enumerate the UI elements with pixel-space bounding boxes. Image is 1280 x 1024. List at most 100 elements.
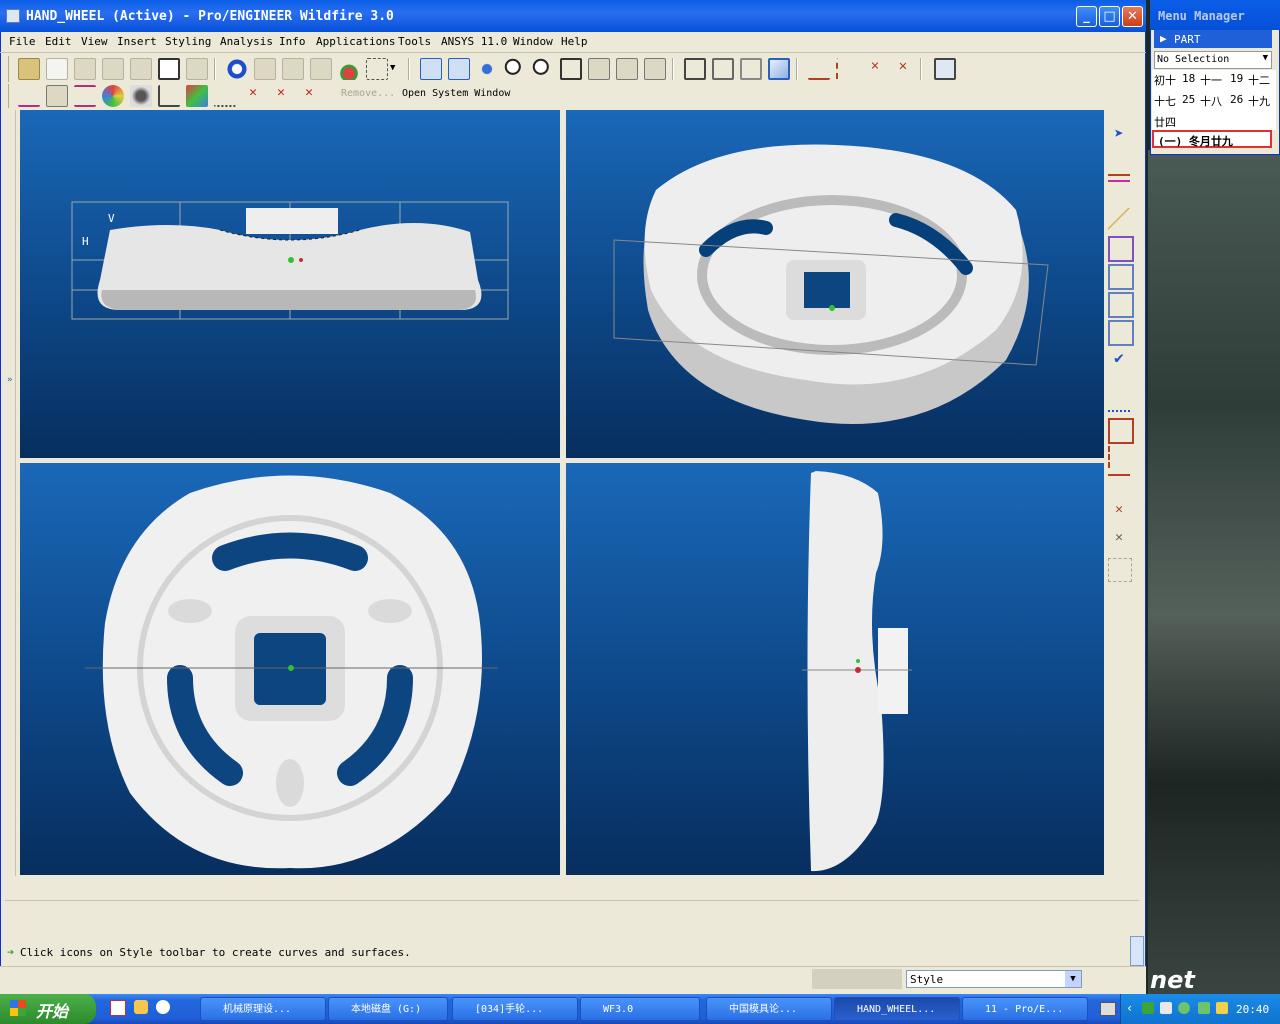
datum-point-display-icon[interactable]: ×: [864, 58, 886, 80]
remove-all-icon[interactable]: ✕: [298, 85, 320, 107]
repaint-icon[interactable]: [420, 58, 442, 80]
tray-icon[interactable]: [1198, 1002, 1210, 1014]
close-button[interactable]: ✕: [1122, 6, 1143, 27]
shield-icon[interactable]: [1216, 1002, 1228, 1014]
expand-navigator-icon[interactable]: »: [7, 375, 12, 385]
section-analysis-icon[interactable]: [102, 85, 124, 107]
new-folder-icon[interactable]: [18, 58, 40, 80]
menu-ansys[interactable]: ANSYS 11.0: [441, 35, 507, 48]
task-button[interactable]: WF3.0: [580, 997, 700, 1021]
surface-edit-icon[interactable]: [1108, 320, 1134, 346]
maximize-button[interactable]: □: [1099, 6, 1120, 27]
open-system-window-button[interactable]: Open System Window: [402, 88, 510, 99]
datum-axis-display-icon[interactable]: [836, 58, 858, 80]
remove-section-icon[interactable]: ✕: [270, 85, 292, 107]
datum-plane-display-icon[interactable]: [808, 58, 830, 80]
datum-point-icon[interactable]: ✕: [1108, 502, 1130, 524]
layers-icon[interactable]: [644, 58, 666, 80]
open-icon[interactable]: [74, 58, 96, 80]
task-button[interactable]: 本地磁盘 (G:): [328, 997, 448, 1021]
active-plane-icon[interactable]: [1108, 152, 1130, 176]
menu-analysis[interactable]: Analysis: [220, 35, 273, 48]
zoom-in-icon[interactable]: [504, 58, 526, 80]
tray-expand-icon[interactable]: ‹: [1126, 1001, 1133, 1015]
viewport-front[interactable]: V H: [20, 110, 560, 458]
paste-special-icon[interactable]: [310, 58, 332, 80]
print-icon[interactable]: [130, 58, 152, 80]
menu-applications[interactable]: Applications: [316, 35, 395, 48]
no-hidden-icon[interactable]: [740, 58, 762, 80]
new-file-icon[interactable]: [46, 58, 68, 80]
tray-icon[interactable]: [1142, 1002, 1154, 1014]
menu-manager-titlebar[interactable]: Menu Manager: [1150, 0, 1280, 30]
copy-icon[interactable]: [254, 58, 276, 80]
zoom-out-icon[interactable]: [532, 58, 554, 80]
remove-curvature-icon[interactable]: ✕: [242, 85, 264, 107]
menu-info[interactable]: Info: [279, 35, 306, 48]
dropdown-arrow-icon[interactable]: ▼: [390, 63, 395, 73]
style-preferences-icon[interactable]: [18, 85, 40, 107]
sketch-icon[interactable]: [1108, 388, 1130, 412]
viewport-isometric[interactable]: [566, 110, 1104, 458]
quicklaunch-icon[interactable]: [110, 1000, 126, 1016]
selection-box-icon[interactable]: [366, 58, 388, 80]
viewport-side[interactable]: [566, 463, 1104, 875]
shading-icon[interactable]: [768, 58, 790, 80]
chevron-down-icon[interactable]: ▼: [1065, 971, 1081, 987]
shade-analysis-icon[interactable]: [158, 85, 180, 107]
done-check-icon[interactable]: ✔: [1108, 348, 1130, 370]
menu-part-item[interactable]: ▶ PART: [1154, 30, 1272, 48]
clock[interactable]: 20:40: [1236, 1003, 1269, 1016]
task-button[interactable]: 机械原理设...: [200, 997, 326, 1021]
spin-center-icon[interactable]: [448, 58, 470, 80]
task-button[interactable]: 中国模具论...: [706, 997, 832, 1021]
create-curve-icon[interactable]: [1108, 180, 1130, 204]
trim-surface-icon[interactable]: [1108, 292, 1134, 318]
menu-insert[interactable]: Insert: [117, 35, 157, 48]
saved-views-icon[interactable]: [616, 58, 638, 80]
task-button-active[interactable]: HAND_WHEEL...: [834, 997, 960, 1021]
quicklaunch-icon[interactable]: [156, 1000, 170, 1014]
menu-edit[interactable]: Edit: [45, 35, 72, 48]
keyboard-icon[interactable]: [1100, 1002, 1116, 1016]
save-icon[interactable]: [102, 58, 124, 80]
start-button[interactable]: 开始: [0, 994, 96, 1024]
menu-window[interactable]: Window: [513, 35, 553, 48]
close-window-icon[interactable]: [158, 58, 180, 80]
curve-on-surface-icon[interactable]: [46, 85, 68, 107]
paste-icon[interactable]: [282, 58, 304, 80]
left-navigator-strip[interactable]: [5, 110, 16, 876]
remove-button[interactable]: Remove...: [341, 88, 395, 99]
chevron-down-icon[interactable]: ▼: [1263, 53, 1268, 63]
tray-icon[interactable]: [1160, 1002, 1172, 1014]
datum-plane-icon[interactable]: [1108, 418, 1134, 444]
tray-icon[interactable]: [1178, 1002, 1190, 1014]
viewport-top[interactable]: [20, 463, 560, 875]
datum-axis-icon[interactable]: [1108, 446, 1132, 468]
selection-dropdown[interactable]: No Selection ▼: [1154, 51, 1272, 69]
hidden-line-icon[interactable]: [712, 58, 734, 80]
boundary-surface-icon[interactable]: [1108, 236, 1134, 262]
orient-mode-icon[interactable]: [476, 58, 498, 80]
menu-view[interactable]: View: [81, 35, 108, 48]
email-icon[interactable]: [186, 58, 208, 80]
message-scrollbar[interactable]: [1130, 936, 1144, 966]
quicklaunch-icon[interactable]: [134, 1000, 148, 1014]
menu-file[interactable]: File: [9, 35, 36, 48]
menu-help[interactable]: Help: [561, 35, 588, 48]
traffic-light-icon[interactable]: [338, 58, 360, 80]
regenerate-icon[interactable]: [226, 58, 248, 80]
reflection-icon[interactable]: [130, 85, 152, 107]
draft-analysis-icon[interactable]: [186, 85, 208, 107]
select-arrow-icon[interactable]: ➤: [1108, 124, 1130, 146]
slope-icon[interactable]: [214, 85, 236, 107]
connect-surface-icon[interactable]: [1108, 264, 1134, 290]
filter-select[interactable]: Style ▼: [906, 970, 1082, 988]
minimize-button[interactable]: _: [1076, 6, 1097, 27]
curvature-icon[interactable]: [74, 85, 96, 107]
menu-styling[interactable]: Styling: [165, 35, 211, 48]
datum-curve-icon[interactable]: [1108, 474, 1130, 498]
analysis-feature-icon[interactable]: [1108, 558, 1132, 582]
task-button[interactable]: 11 - Pro/E...: [962, 997, 1088, 1021]
reorient-icon[interactable]: [588, 58, 610, 80]
